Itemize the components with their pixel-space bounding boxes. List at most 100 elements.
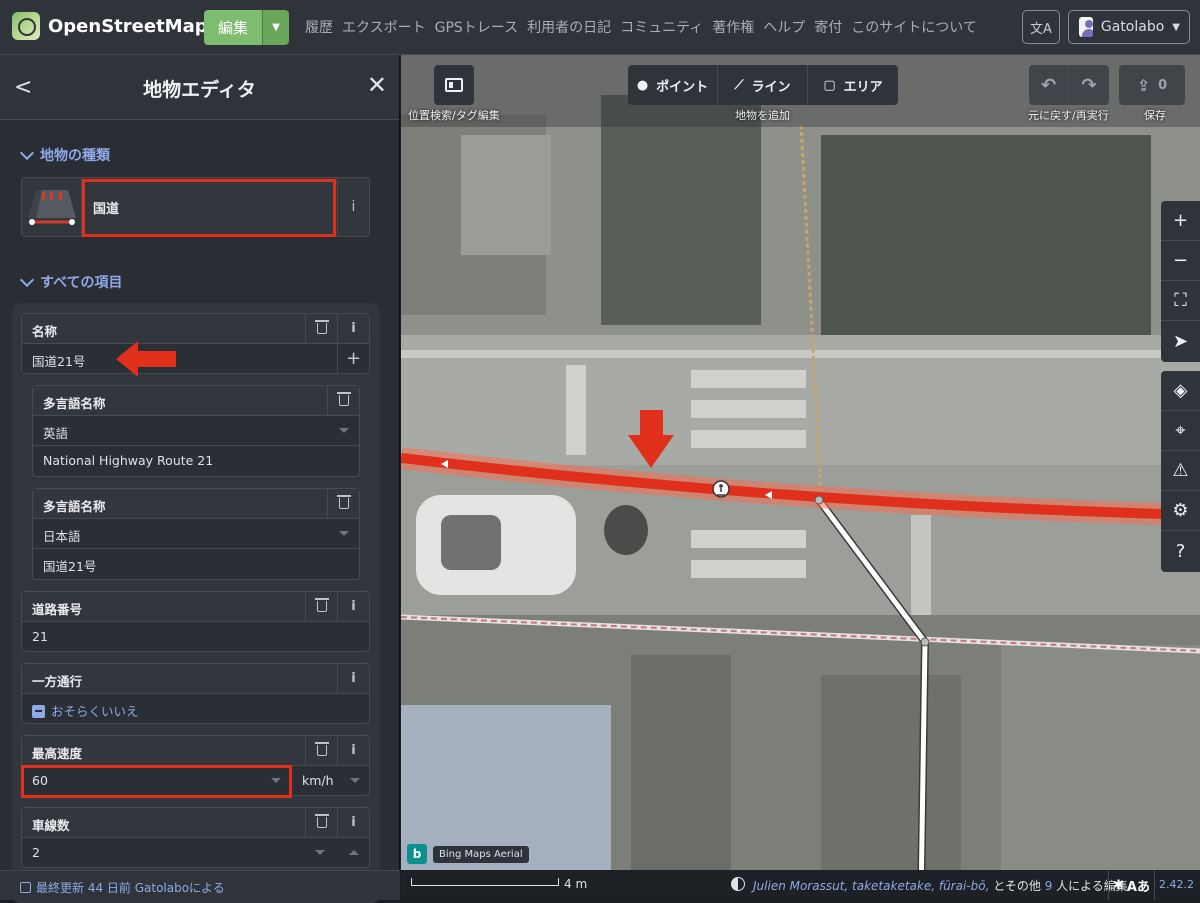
field-label-wrap: 多言語名称 — [33, 489, 359, 519]
last-edited-link[interactable]: 最終更新 44 日前 Gatolaboによる — [0, 870, 400, 900]
help-icon[interactable]: ? — [1161, 531, 1200, 571]
multilingual-label: 多言語名称 — [43, 396, 106, 411]
history-panel-icon[interactable] — [731, 877, 745, 891]
all-fields-section-toggle[interactable]: すべての項目 — [19, 272, 123, 292]
feature-type-section-toggle[interactable]: 地物の種類 — [19, 145, 110, 165]
info-icon[interactable]: i — [337, 178, 369, 236]
ref-input[interactable]: 21 — [22, 622, 369, 652]
trash-icon[interactable] — [305, 314, 337, 343]
all-fields-section-title: すべての項目 — [40, 275, 123, 291]
trash-icon[interactable] — [305, 808, 337, 837]
maxspeed-field-label: 最高速度 — [32, 746, 83, 761]
bing-logo-icon: b — [407, 844, 427, 864]
trash-icon[interactable] — [305, 592, 337, 621]
user-name: Gatolabo — [1100, 19, 1165, 35]
chevron-down-icon — [350, 778, 360, 783]
add-line-button[interactable]: ⟋ ライン — [718, 65, 808, 105]
report-bug-button[interactable]: ✱ Aあ — [1108, 870, 1155, 900]
save-count: 0 — [1158, 77, 1168, 93]
zoom-in-icon[interactable]: + — [1161, 201, 1200, 241]
osm-logo-link[interactable]: OpenStreetMap — [12, 12, 208, 40]
nav-copyright[interactable]: 著作権 — [712, 17, 754, 37]
layers-icon[interactable]: ◈ — [1161, 371, 1200, 411]
nav-diaries[interactable]: 利用者の日記 — [527, 17, 611, 37]
nav-about[interactable]: このサイトについて — [851, 17, 977, 37]
issue-glyph: Aあ — [1126, 879, 1150, 895]
map-panel-controls: ◈ ⌖ ⚠ ⚙ ? — [1161, 371, 1200, 572]
top-navigation-bar: OpenStreetMap 編集 ▼ 履歴 エクスポート GPSトレース 利用者… — [0, 0, 1200, 55]
language-select[interactable]: 英語 — [33, 416, 359, 446]
version-link[interactable]: 2.42.2 — [1159, 878, 1194, 891]
sidebar-toggle-button[interactable] — [434, 65, 474, 105]
oneway-checkbox[interactable]: おそらくいいえ — [22, 694, 369, 724]
map-canvas[interactable]: 位置検索/タグ編集 ● ポイント ⟋ ライン ▢ エリア 地物を追加 ↶ ↷ 元に戻す… — [401, 55, 1200, 900]
increment-icon[interactable] — [349, 850, 359, 855]
save-label: 保存 — [1144, 109, 1166, 122]
trash-icon[interactable] — [327, 386, 359, 415]
close-icon[interactable]: ✕ — [367, 71, 387, 99]
oneway-field: 一方通行 i おそらくいいえ — [21, 663, 370, 724]
redo-icon[interactable]: ↷ — [1069, 65, 1109, 105]
add-area-button[interactable]: ▢ エリア — [808, 65, 898, 105]
decrement-icon[interactable] — [315, 850, 325, 855]
field-label-wrap: 名称 i — [22, 314, 369, 344]
edit-dropdown-toggle[interactable]: ▼ — [262, 10, 290, 45]
scale-bar[interactable] — [411, 878, 559, 886]
map-pin-icon: ● — [636, 77, 649, 93]
nav-community[interactable]: コミュニティ — [620, 17, 703, 37]
upload-icon: ⇪ — [1136, 75, 1151, 95]
map-data-icon[interactable]: ⌖ — [1161, 411, 1200, 451]
lanes-input[interactable]: 2 — [22, 838, 369, 868]
trash-icon[interactable] — [305, 736, 337, 765]
info-icon[interactable]: i — [337, 808, 369, 837]
nav-help[interactable]: ヘルプ — [763, 17, 805, 37]
edit-button-group: 編集 ▼ — [204, 10, 290, 45]
save-button[interactable]: ⇪ 0 — [1119, 65, 1185, 105]
search-tag-label: 位置検索/タグ編集 — [408, 109, 500, 122]
chevron-down-icon: ▼ — [1172, 21, 1180, 33]
nav-history[interactable]: 履歴 — [305, 17, 333, 37]
undo-icon[interactable]: ↶ — [1029, 65, 1069, 105]
zoom-out-icon[interactable]: − — [1161, 241, 1200, 281]
preferences-icon[interactable]: ⚙ — [1161, 491, 1200, 531]
red-arrow-left-icon — [116, 341, 176, 377]
sidebar-title: 地物エディタ — [143, 79, 256, 101]
zoom-to-selection-icon[interactable]: ⛶ — [1161, 281, 1200, 321]
maxspeed-unit-select[interactable]: km/h — [292, 766, 370, 796]
oneway-field-label: 一方通行 — [32, 674, 83, 689]
preset-selector[interactable]: 国道 i — [21, 177, 370, 237]
credit-text-1: とその他 — [989, 879, 1045, 893]
add-point-button[interactable]: ● ポイント — [628, 65, 718, 105]
info-icon[interactable]: i — [337, 736, 369, 765]
undo-redo-group: ↶ ↷ — [1029, 65, 1109, 105]
info-icon[interactable]: i — [337, 314, 369, 343]
credit-users[interactable]: Julien Morassut, taketaketake, fūrai-bō, — [753, 879, 989, 893]
nav-export[interactable]: エクスポート — [342, 17, 426, 37]
localized-name-input[interactable]: 国道21号 — [33, 549, 359, 579]
chevron-down-icon — [19, 145, 35, 161]
language-button[interactable]: 文A — [1022, 10, 1060, 44]
ref-field-label: 道路番号 — [32, 602, 83, 617]
field-label-wrap: 車線数 i — [22, 808, 369, 838]
language-select[interactable]: 日本語 — [33, 519, 359, 549]
add-feature-group: ● ポイント ⟋ ライン ▢ エリア — [628, 65, 898, 105]
maxspeed-input[interactable]: 60 — [22, 766, 292, 796]
nav-donate[interactable]: 寄付 — [814, 17, 842, 37]
info-icon[interactable]: i — [337, 664, 369, 693]
add-feature-label: 地物を追加 — [735, 109, 790, 122]
trash-icon[interactable] — [327, 489, 359, 518]
geolocate-icon[interactable]: ➤ — [1161, 321, 1200, 361]
sidebar-toggle-icon — [445, 78, 463, 92]
field-label-wrap: 道路番号 i — [22, 592, 369, 622]
main-nav: 履歴 エクスポート GPSトレース 利用者の日記 コミュニティ 著作権 ヘルプ … — [305, 17, 977, 37]
name-input[interactable]: 国道21号 + — [22, 344, 369, 374]
user-menu-button[interactable]: Gatolabo ▼ — [1068, 10, 1190, 44]
add-language-button[interactable]: + — [337, 344, 369, 373]
localized-name-input[interactable]: National Highway Route 21 — [33, 446, 359, 476]
info-icon[interactable]: i — [337, 592, 369, 621]
maxspeed-field: 最高速度 i 60 km/h — [21, 735, 370, 796]
nav-gps-traces[interactable]: GPSトレース — [435, 17, 518, 37]
issues-warning-icon[interactable]: ⚠ — [1161, 451, 1200, 491]
add-area-label: エリア — [843, 79, 883, 95]
edit-button[interactable]: 編集 — [204, 10, 263, 45]
